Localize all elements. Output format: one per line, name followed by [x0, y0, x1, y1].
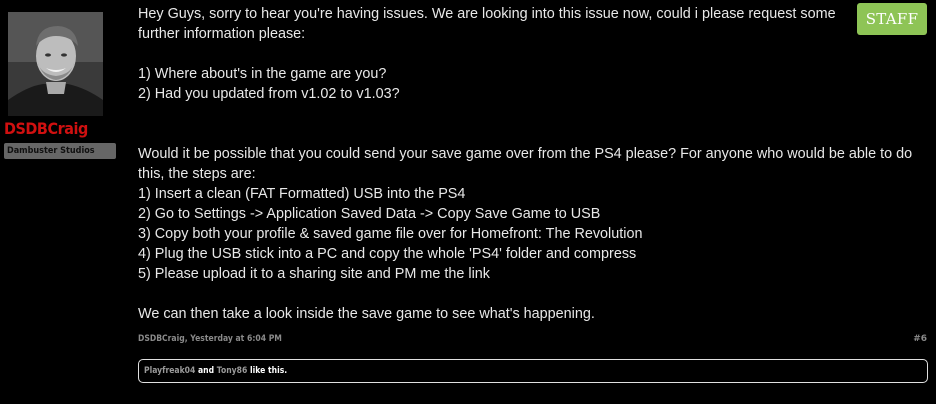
message-line: 4) Plug the USB stick into a PC and copy… — [138, 246, 637, 262]
message-line: this, the steps are: — [138, 166, 256, 182]
message-line: 1) Insert a clean (FAT Formatted) USB in… — [138, 186, 466, 202]
message-line: further information please: — [138, 26, 306, 42]
post-meta: DSDBCraig, Yesterday at 6:04 PM — [138, 334, 282, 344]
message-line: Hey Guys, sorry to hear you're having is… — [138, 6, 836, 22]
message-line: 5) Please upload it to a sharing site an… — [138, 266, 490, 282]
post-time-link[interactable]: Yesterday at 6:04 PM — [190, 334, 282, 344]
liker-link[interactable]: Tony86 — [217, 366, 248, 376]
message-line: We can then take a look inside the save … — [138, 306, 595, 322]
post-number-link[interactable]: #6 — [913, 334, 927, 344]
message-line: 1) Where about's in the game are you? — [138, 66, 387, 82]
meta-separator: , — [184, 334, 188, 344]
message-body: Hey Guys, sorry to hear you're having is… — [138, 4, 913, 324]
username-link[interactable]: DSDBCraig — [4, 119, 88, 138]
user-title-banner: Dambuster Studios — [4, 143, 116, 159]
liker-link[interactable]: Playfreak04 — [144, 366, 195, 376]
message-line: 2) Go to Settings -> Application Saved D… — [138, 206, 601, 222]
message-line: 3) Copy both your profile & saved game f… — [138, 226, 643, 242]
likes-suffix-text: like this. — [249, 366, 288, 376]
staff-badge: STAFF — [857, 3, 927, 35]
avatar-image — [8, 12, 103, 116]
likes-summary: Playfreak04 and Tony86 like this. — [138, 359, 928, 383]
likes-and-text: and — [198, 366, 215, 376]
author-link[interactable]: DSDBCraig — [138, 334, 185, 344]
avatar[interactable] — [8, 12, 103, 116]
message-line: 2) Had you updated from v1.02 to v1.03? — [138, 86, 400, 102]
message-line: Would it be possible that you could send… — [138, 146, 913, 162]
